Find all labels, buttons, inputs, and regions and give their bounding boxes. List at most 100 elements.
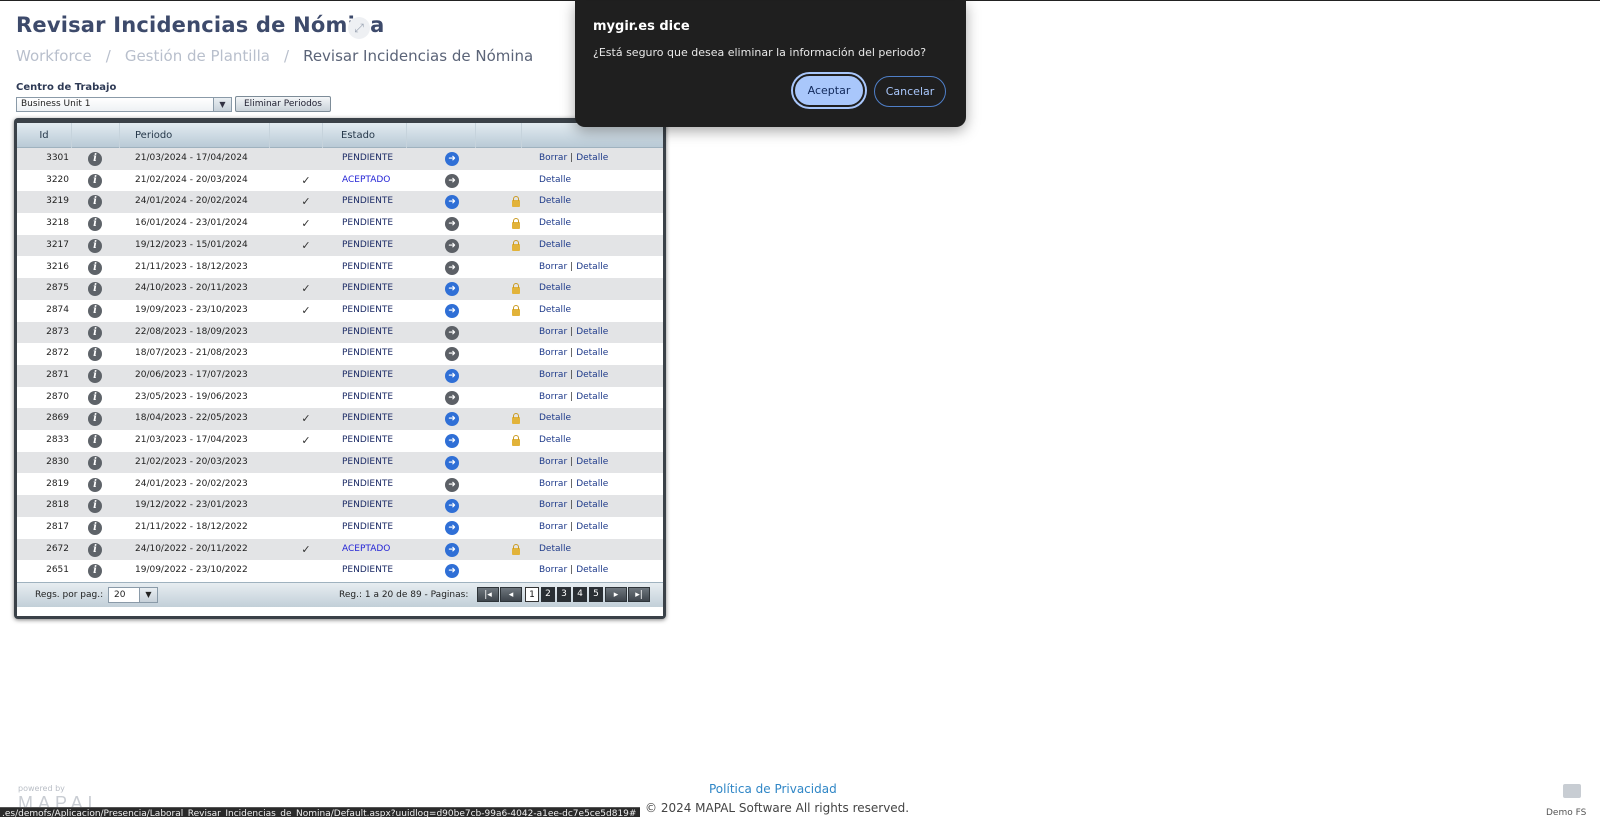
info-icon[interactable]: i bbox=[88, 495, 108, 517]
prev-page-icon[interactable]: ◂ bbox=[500, 587, 522, 602]
table-row[interactable]: 2830 i 21/02/2023 - 20/03/2023 PENDIENTE ➜ Bo… bbox=[17, 451, 663, 474]
table-row[interactable]: 2818 i 19/12/2022 - 23/01/2023 PENDIENTE ➜ Bo… bbox=[17, 495, 663, 517]
centro-select[interactable]: Business Unit 1 ▼ bbox=[16, 97, 232, 112]
detalle-link[interactable]: Detalle bbox=[576, 522, 608, 532]
info-icon[interactable]: i bbox=[88, 452, 108, 474]
detalle-link[interactable]: Detalle bbox=[539, 305, 571, 315]
arrow-right-icon[interactable]: ➜ bbox=[445, 408, 465, 430]
cancel-button[interactable]: Cancelar bbox=[874, 76, 946, 107]
info-icon[interactable]: i bbox=[88, 343, 108, 365]
info-icon[interactable]: i bbox=[88, 539, 108, 561]
arrow-right-icon[interactable]: ➜ bbox=[445, 539, 465, 561]
table-row[interactable]: 2872 i 18/07/2023 - 21/08/2023 PENDIENTE ➜ Bo… bbox=[17, 343, 663, 365]
table-row[interactable]: 3218 i 16/01/2024 - 23/01/2024 ✓ PENDIENTE ➜ D… bbox=[17, 213, 663, 235]
header-id[interactable]: Id bbox=[17, 123, 72, 148]
borrar-link[interactable]: Borrar bbox=[539, 479, 567, 489]
info-icon[interactable]: i bbox=[88, 170, 108, 192]
info-icon[interactable]: i bbox=[88, 235, 108, 257]
detalle-link[interactable]: Detalle bbox=[539, 544, 571, 554]
borrar-link[interactable]: Borrar bbox=[539, 262, 567, 272]
arrow-right-icon[interactable]: ➜ bbox=[445, 148, 465, 170]
detalle-link[interactable]: Detalle bbox=[576, 457, 608, 467]
table-row[interactable]: 2817 i 21/11/2022 - 18/12/2022 PENDIENTE ➜ Bo… bbox=[17, 516, 663, 539]
table-row[interactable]: 2875 i 24/10/2023 - 20/11/2023 ✓ PENDIENTE ➜ D… bbox=[17, 278, 663, 300]
detalle-link[interactable]: Detalle bbox=[576, 479, 608, 489]
detalle-link[interactable]: Detalle bbox=[539, 435, 571, 445]
info-icon[interactable]: i bbox=[88, 430, 108, 452]
table-row[interactable]: 2870 i 23/05/2023 - 19/06/2023 PENDIENTE ➜ Bo… bbox=[17, 386, 663, 409]
page-3[interactable]: 3 bbox=[557, 587, 571, 602]
borrar-link[interactable]: Borrar bbox=[539, 153, 567, 163]
page-5[interactable]: 5 bbox=[589, 587, 603, 602]
info-icon[interactable]: i bbox=[88, 300, 108, 322]
table-row[interactable]: 3216 i 21/11/2023 - 18/12/2023 PENDIENTE ➜ Bo… bbox=[17, 256, 663, 279]
arrow-right-icon[interactable]: ➜ bbox=[445, 495, 465, 517]
arrow-right-icon[interactable]: ➜ bbox=[445, 474, 465, 496]
arrow-right-icon[interactable]: ➜ bbox=[445, 257, 465, 279]
borrar-link[interactable]: Borrar bbox=[539, 522, 567, 532]
info-icon[interactable]: i bbox=[88, 474, 108, 496]
arrow-right-icon[interactable]: ➜ bbox=[445, 213, 465, 235]
detalle-link[interactable]: Detalle bbox=[576, 262, 608, 272]
info-icon[interactable]: i bbox=[88, 365, 108, 387]
arrow-right-icon[interactable]: ➜ bbox=[445, 322, 465, 344]
detalle-link[interactable]: Detalle bbox=[539, 413, 571, 423]
arrow-right-icon[interactable]: ➜ bbox=[445, 517, 465, 539]
chevron-down-icon[interactable]: ▼ bbox=[213, 98, 231, 111]
borrar-link[interactable]: Borrar bbox=[539, 457, 567, 467]
table-row[interactable]: 3217 i 19/12/2023 - 15/01/2024 ✓ PENDIENTE ➜ D… bbox=[17, 234, 663, 257]
table-row[interactable]: 2833 i 21/03/2023 - 17/04/2023 ✓ PENDIENTE ➜ D… bbox=[17, 430, 663, 452]
info-icon[interactable]: i bbox=[88, 517, 108, 539]
info-icon[interactable]: i bbox=[88, 257, 108, 279]
arrow-right-icon[interactable]: ➜ bbox=[445, 235, 465, 257]
detalle-link[interactable]: Detalle bbox=[576, 500, 608, 510]
detalle-link[interactable]: Detalle bbox=[539, 175, 571, 185]
info-icon[interactable]: i bbox=[88, 387, 108, 409]
table-row[interactable]: 2874 i 19/09/2023 - 23/10/2023 ✓ PENDIENTE ➜ D… bbox=[17, 299, 663, 322]
table-row[interactable]: 3219 i 24/01/2024 - 20/02/2024 ✓ PENDIENTE ➜ D… bbox=[17, 191, 663, 214]
arrow-right-icon[interactable]: ➜ bbox=[445, 343, 465, 365]
arrow-right-icon[interactable]: ➜ bbox=[445, 170, 465, 192]
info-icon[interactable]: i bbox=[88, 560, 108, 582]
accept-button[interactable]: Aceptar bbox=[793, 74, 865, 107]
info-icon[interactable]: i bbox=[88, 322, 108, 344]
eliminar-periodos-button[interactable]: Eliminar Periodos bbox=[235, 96, 331, 112]
detalle-link[interactable]: Detalle bbox=[576, 327, 608, 337]
detalle-link[interactable]: Detalle bbox=[539, 196, 571, 206]
breadcrumb-item-gestion-plantilla[interactable]: Gestión de Plantilla bbox=[125, 47, 270, 65]
breadcrumb-item-workforce[interactable]: Workforce bbox=[16, 47, 92, 65]
table-row[interactable]: 3301 i 21/03/2024 - 17/04/2024 PENDIENTE ➜ Bo… bbox=[17, 148, 663, 170]
table-row[interactable]: 2672 i 24/10/2022 - 20/11/2022 ✓ ACEPTADO ➜ De… bbox=[17, 538, 663, 561]
borrar-link[interactable]: Borrar bbox=[539, 565, 567, 575]
detalle-link[interactable]: Detalle bbox=[576, 392, 608, 402]
page-2[interactable]: 2 bbox=[541, 587, 555, 602]
detalle-link[interactable]: Detalle bbox=[576, 565, 608, 575]
chevron-down-icon[interactable]: ▼ bbox=[139, 588, 157, 602]
next-page-icon[interactable]: ▸ bbox=[605, 587, 627, 602]
arrow-right-icon[interactable]: ➜ bbox=[445, 452, 465, 474]
privacy-link[interactable]: Política de Privacidad bbox=[709, 782, 837, 796]
page-1[interactable]: 1 bbox=[525, 587, 539, 602]
first-page-icon[interactable]: |◂ bbox=[477, 587, 499, 602]
table-row[interactable]: 2871 i 20/06/2023 - 17/07/2023 PENDIENTE ➜ Bo… bbox=[17, 365, 663, 387]
detalle-link[interactable]: Detalle bbox=[539, 218, 571, 228]
info-icon[interactable]: i bbox=[88, 278, 108, 300]
borrar-link[interactable]: Borrar bbox=[539, 370, 567, 380]
info-icon[interactable]: i bbox=[88, 148, 108, 170]
detalle-link[interactable]: Detalle bbox=[576, 153, 608, 163]
borrar-link[interactable]: Borrar bbox=[539, 348, 567, 358]
borrar-link[interactable]: Borrar bbox=[539, 500, 567, 510]
table-row[interactable]: 3220 i 21/02/2024 - 20/03/2024 ✓ ACEPTADO ➜ De… bbox=[17, 169, 663, 192]
arrow-right-icon[interactable]: ➜ bbox=[445, 365, 465, 387]
table-row[interactable]: 2869 i 18/04/2023 - 22/05/2023 ✓ PENDIENTE ➜ D… bbox=[17, 408, 663, 431]
arrow-right-icon[interactable]: ➜ bbox=[445, 430, 465, 452]
arrow-right-icon[interactable]: ➜ bbox=[445, 560, 465, 582]
expand-icon[interactable]: ⤢ bbox=[348, 17, 370, 39]
table-row[interactable]: 2651 i 19/09/2022 - 23/10/2022 PENDIENTE ➜ Bo… bbox=[17, 560, 663, 582]
header-periodo[interactable]: Periodo bbox=[120, 123, 270, 148]
arrow-right-icon[interactable]: ➜ bbox=[445, 191, 465, 213]
table-row[interactable]: 2819 i 24/01/2023 - 20/02/2023 PENDIENTE ➜ Bo… bbox=[17, 473, 663, 496]
detalle-link[interactable]: Detalle bbox=[576, 348, 608, 358]
arrow-right-icon[interactable]: ➜ bbox=[445, 278, 465, 300]
table-row[interactable]: 2873 i 22/08/2023 - 18/09/2023 PENDIENTE ➜ Bo… bbox=[17, 321, 663, 344]
